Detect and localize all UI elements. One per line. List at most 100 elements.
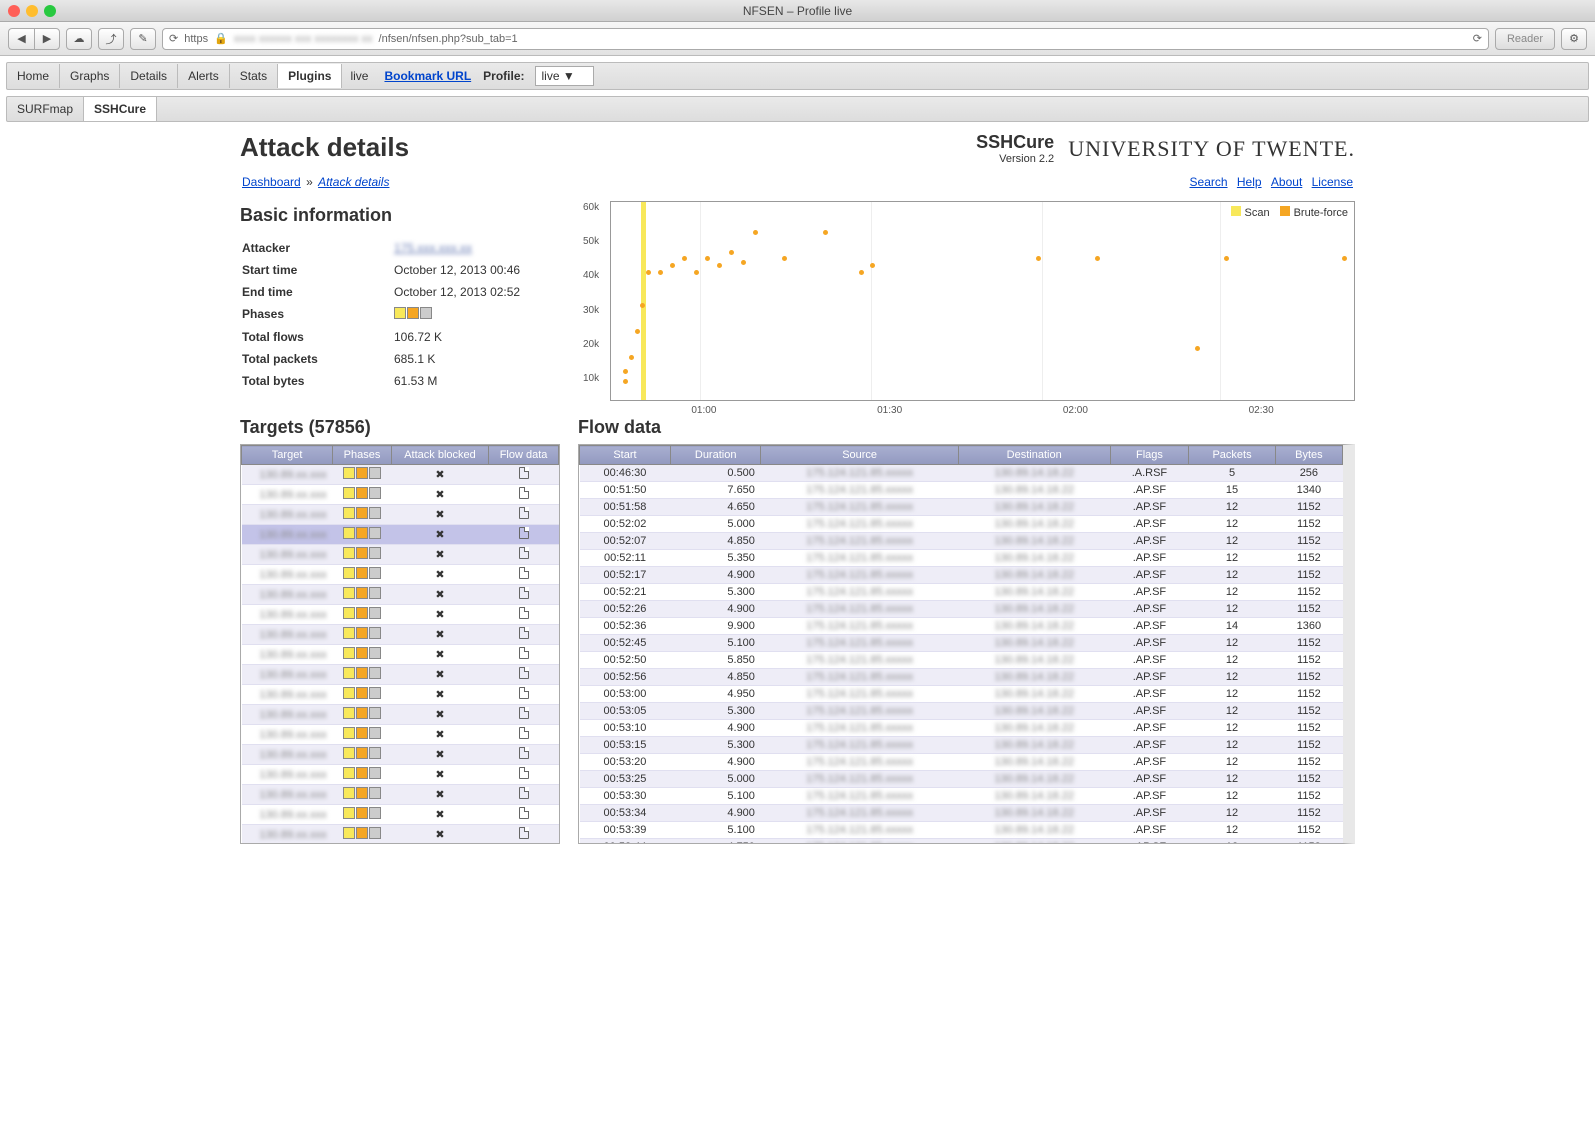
targets-col-header[interactable]: Attack blocked (391, 446, 488, 465)
reload-icon-right[interactable]: ⟳ (1473, 32, 1482, 45)
tools-button[interactable]: ✎ (130, 28, 156, 50)
crumb-current[interactable]: Attack details (318, 175, 389, 189)
table-row[interactable]: 130.89.xx.xxx✖ (242, 725, 559, 745)
table-row[interactable]: 130.89.xx.xxx✖ (242, 525, 559, 545)
flow-col-header[interactable]: Bytes (1275, 446, 1342, 465)
file-icon[interactable] (519, 707, 529, 719)
table-row[interactable]: 00:53:104.900175.124.121.85.xxxxx130.89.… (580, 720, 1343, 737)
table-row[interactable]: 00:52:025.000175.124.121.85.xxxxx130.89.… (580, 516, 1343, 533)
file-icon[interactable] (519, 807, 529, 819)
file-icon[interactable] (519, 547, 529, 559)
table-row[interactable]: 130.89.xx.xxx✖ (242, 705, 559, 725)
targets-col-header[interactable]: Phases (333, 446, 392, 465)
cloud-button[interactable]: ☁ (66, 28, 92, 50)
table-row[interactable]: 130.89.xx.xxx✖ (242, 765, 559, 785)
table-row[interactable]: 00:53:344.900175.124.121.85.xxxxx130.89.… (580, 805, 1343, 822)
link-license[interactable]: License (1312, 175, 1353, 189)
profile-select[interactable]: live ▼ (535, 66, 594, 86)
table-row[interactable]: 130.89.xx.xxx✖ (242, 465, 559, 485)
table-row[interactable]: 00:53:155.300175.124.121.85.xxxxx130.89.… (580, 737, 1343, 754)
table-row[interactable]: 130.89.xx.xxx✖ (242, 685, 559, 705)
reload-icon[interactable]: ⟳ (169, 32, 178, 45)
flow-col-header[interactable]: Packets (1189, 446, 1275, 465)
table-row[interactable]: 00:52:455.100175.124.121.85.xxxxx130.89.… (580, 635, 1343, 652)
table-row[interactable]: 00:53:055.300175.124.121.85.xxxxx130.89.… (580, 703, 1343, 720)
table-row[interactable]: 00:52:074.850175.124.121.85.xxxxx130.89.… (580, 533, 1343, 550)
file-icon[interactable] (519, 467, 529, 479)
crumb-dashboard[interactable]: Dashboard (242, 175, 301, 189)
table-row[interactable]: 130.89.xx.xxx✖ (242, 565, 559, 585)
table-row[interactable]: 00:52:174.900175.124.121.85.xxxxx130.89.… (580, 567, 1343, 584)
link-help[interactable]: Help (1237, 175, 1262, 189)
flow-col-header[interactable]: Flags (1110, 446, 1189, 465)
minimize-window-button[interactable] (26, 5, 38, 17)
targets-col-header[interactable]: Target (242, 446, 333, 465)
file-icon[interactable] (519, 787, 529, 799)
table-row[interactable]: 00:53:255.000175.124.121.85.xxxxx130.89.… (580, 771, 1343, 788)
table-row[interactable]: 00:52:115.350175.124.121.85.xxxxx130.89.… (580, 550, 1343, 567)
file-icon[interactable] (519, 607, 529, 619)
table-row[interactable]: 00:53:395.100175.124.121.85.xxxxx130.89.… (580, 822, 1343, 839)
table-row[interactable]: 130.89.xx.xxx✖ (242, 825, 559, 845)
table-row[interactable]: 130.89.xx.xxx✖ (242, 505, 559, 525)
table-row[interactable]: 130.89.xx.xxx✖ (242, 745, 559, 765)
flow-col-header[interactable]: Source (761, 446, 958, 465)
bookmark-url-link[interactable]: Bookmark URL (376, 69, 479, 83)
zoom-window-button[interactable] (44, 5, 56, 17)
close-window-button[interactable] (8, 5, 20, 17)
flow-col-header[interactable]: Duration (670, 446, 761, 465)
share-button[interactable]: ⤴ (98, 28, 124, 50)
table-row[interactable]: 00:52:564.850175.124.121.85.xxxxx130.89.… (580, 669, 1343, 686)
table-row[interactable]: 00:51:507.650175.124.121.85.xxxxx130.89.… (580, 482, 1343, 499)
table-row[interactable]: 00:53:305.100175.124.121.85.xxxxx130.89.… (580, 788, 1343, 805)
tab-home[interactable]: Home (7, 64, 60, 88)
file-icon[interactable] (519, 507, 529, 519)
table-row[interactable]: 130.89.xx.xxx✖ (242, 605, 559, 625)
link-search[interactable]: Search (1190, 175, 1228, 189)
subtab-sshcure[interactable]: SSHCure (84, 97, 157, 121)
table-row[interactable]: 130.89.xx.xxx✖ (242, 625, 559, 645)
table-row[interactable]: 130.89.xx.xxx✖ (242, 545, 559, 565)
table-row[interactable]: 130.89.xx.xxx✖ (242, 645, 559, 665)
settings-button[interactable]: ⚙ (1561, 28, 1587, 50)
flow-col-header[interactable]: Destination (958, 446, 1110, 465)
back-button[interactable]: ◀ (8, 28, 34, 50)
file-icon[interactable] (519, 627, 529, 639)
table-row[interactable]: 00:52:264.900175.124.121.85.xxxxx130.89.… (580, 601, 1343, 618)
file-icon[interactable] (519, 647, 529, 659)
table-row[interactable]: 130.89.xx.xxx✖ (242, 485, 559, 505)
table-row[interactable]: 00:53:204.900175.124.121.85.xxxxx130.89.… (580, 754, 1343, 771)
flow-col-header[interactable]: Start (580, 446, 671, 465)
table-row[interactable]: 00:52:505.850175.124.121.85.xxxxx130.89.… (580, 652, 1343, 669)
file-icon[interactable] (519, 567, 529, 579)
file-icon[interactable] (519, 827, 529, 839)
file-icon[interactable] (519, 527, 529, 539)
table-row[interactable]: 130.89.xx.xxx✖ (242, 785, 559, 805)
table-row[interactable]: 00:53:444.750175.124.121.85.xxxxx130.89.… (580, 839, 1343, 845)
targets-col-header[interactable]: Flow data (489, 446, 559, 465)
tab-stats[interactable]: Stats (230, 64, 278, 88)
subtab-surfmap[interactable]: SURFmap (7, 97, 84, 121)
table-row[interactable]: 130.89.xx.xxx✖ (242, 665, 559, 685)
tab-plugins[interactable]: Plugins (278, 64, 342, 88)
table-row[interactable]: 00:52:215.300175.124.121.85.xxxxx130.89.… (580, 584, 1343, 601)
forward-button[interactable]: ▶ (34, 28, 60, 50)
file-icon[interactable] (519, 747, 529, 759)
table-row[interactable]: 00:46:300.500175.124.121.85.xxxxx130.89.… (580, 465, 1343, 482)
table-row[interactable]: 130.89.xx.xxx✖ (242, 585, 559, 605)
file-icon[interactable] (519, 587, 529, 599)
url-bar[interactable]: ⟳ https 🔒 xxxx xxxxxx xxx xxxxxxxx xx /n… (162, 28, 1489, 50)
file-icon[interactable] (519, 687, 529, 699)
file-icon[interactable] (519, 767, 529, 779)
file-icon[interactable] (519, 667, 529, 679)
link-about[interactable]: About (1271, 175, 1302, 189)
tab-graphs[interactable]: Graphs (60, 64, 120, 88)
file-icon[interactable] (519, 487, 529, 499)
table-row[interactable]: 00:52:369.900175.124.121.85.xxxxx130.89.… (580, 618, 1343, 635)
reader-button[interactable]: Reader (1495, 28, 1555, 50)
table-row[interactable]: 00:53:004.950175.124.121.85.xxxxx130.89.… (580, 686, 1343, 703)
tab-alerts[interactable]: Alerts (178, 64, 230, 88)
table-row[interactable]: 00:51:584.650175.124.121.85.xxxxx130.89.… (580, 499, 1343, 516)
file-icon[interactable] (519, 727, 529, 739)
table-row[interactable]: 130.89.xx.xxx✖ (242, 805, 559, 825)
